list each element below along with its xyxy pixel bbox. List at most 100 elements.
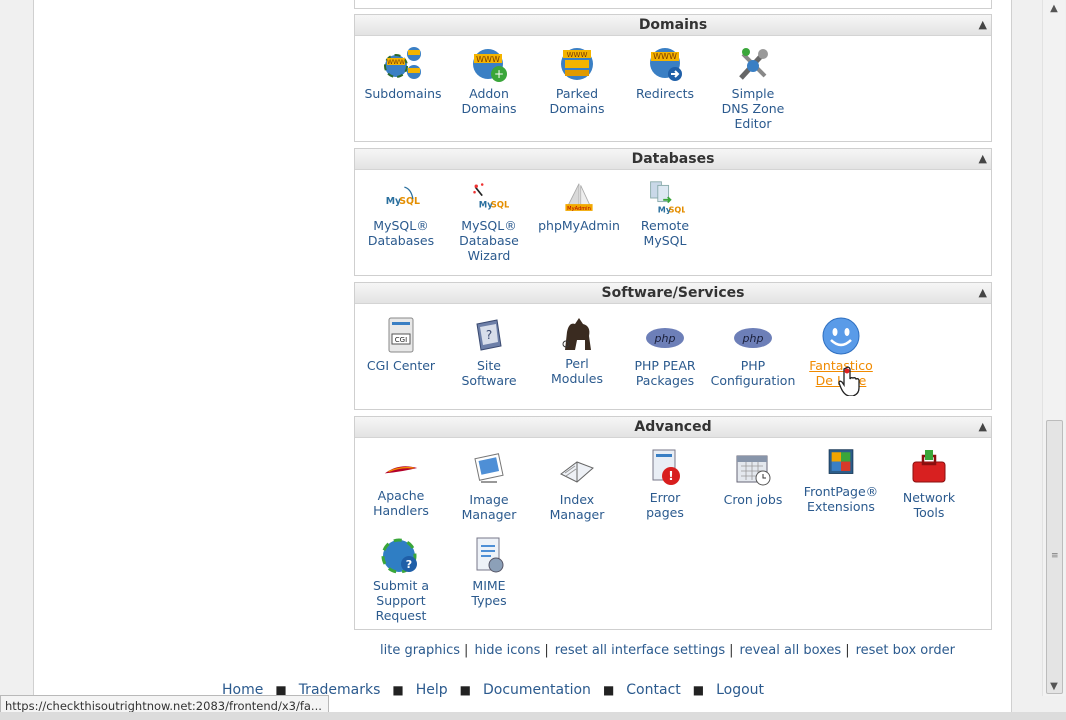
support-request-icon: ? (381, 538, 417, 574)
addon-domains-icon: WWW + (473, 49, 507, 82)
remote-mysql-label: Remote MySQL (640, 218, 690, 248)
svg-text:SQL: SQL (669, 204, 685, 214)
scroll-down-arrow-icon[interactable]: ▼ (1043, 678, 1065, 696)
grip-icon: ≡ (1051, 551, 1059, 561)
error-pages-label: Error pages (646, 490, 684, 520)
perl-modules-icon (562, 318, 591, 350)
addon-domains-label: Addon Domains (461, 86, 517, 116)
mysql-databases-item[interactable]: My SQL MySQL® Databases (357, 182, 445, 248)
svg-text:!: ! (668, 469, 673, 483)
separator: | (729, 643, 734, 658)
dns-zone-editor-icon (739, 48, 768, 80)
scrollbar-thumb[interactable]: ≡ (1046, 420, 1063, 694)
collapse-arrow-icon[interactable]: ▲ (979, 15, 987, 35)
subdomains-icon: WWW (384, 47, 421, 79)
apache-handlers-icon (384, 466, 418, 474)
site-software-label: Site Software (461, 358, 517, 388)
support-request-item[interactable]: ? Submit a Support Request (357, 536, 445, 623)
site-software-item[interactable]: ? Site Software (445, 316, 533, 388)
nav-bullet: ■ (392, 683, 404, 697)
hide-icons-link[interactable]: hide icons (474, 643, 540, 658)
php-configuration-item[interactable]: php PHP Configuration (709, 316, 797, 388)
svg-text:CGI: CGI (395, 336, 407, 344)
redirects-label: Redirects (635, 86, 695, 101)
index-manager-item[interactable]: Index Manager (533, 450, 621, 522)
mime-types-item[interactable]: MIME Types (445, 536, 533, 608)
php-pear-label: PHP PEAR Packages (634, 358, 696, 388)
mysql-databases-label: MySQL® Databases (367, 218, 435, 248)
databases-title: Databases (631, 151, 715, 167)
cgi-center-label: CGI Center (366, 358, 436, 373)
scroll-up-arrow-icon[interactable]: ▲ (1043, 0, 1065, 18)
domains-title: Domains (638, 17, 708, 33)
window-bottom-edge (0, 712, 1066, 720)
vertical-scrollbar[interactable]: ▲ ≡ ▼ (1042, 0, 1065, 696)
svg-text:php: php (654, 332, 676, 345)
image-manager-label: Image Manager (461, 492, 517, 522)
network-tools-icon (912, 450, 946, 483)
image-manager-item[interactable]: Image Manager (445, 450, 533, 522)
nav-bullet: ■ (459, 683, 471, 697)
subdomains-label: Subdomains (364, 86, 442, 101)
advanced-header[interactable]: Advanced ▲ (355, 417, 991, 438)
advanced-title: Advanced (634, 419, 712, 435)
contact-link[interactable]: Contact (626, 682, 680, 698)
software-services-title: Software/Services (601, 285, 745, 301)
reveal-all-boxes-link[interactable]: reveal all boxes (740, 643, 842, 658)
perl-modules-item[interactable]: Perl Modules (533, 314, 621, 386)
redirects-item[interactable]: WWW Redirects (621, 44, 709, 101)
dns-zone-editor-item[interactable]: Simple DNS Zone Editor (709, 44, 797, 131)
parked-domains-item[interactable]: WWW Parked Domains (533, 44, 621, 116)
svg-text:?: ? (406, 558, 412, 571)
php-pear-icon: php (646, 328, 684, 348)
error-pages-icon: ! (652, 449, 680, 485)
error-pages-item[interactable]: ! Error pages (621, 448, 709, 520)
svg-text:WWW: WWW (476, 55, 500, 64)
logout-link[interactable]: Logout (716, 682, 764, 698)
software-services-header[interactable]: Software/Services ▲ (355, 283, 991, 304)
cron-jobs-icon (736, 455, 771, 486)
databases-panel: Databases ▲ My SQL MySQL® Databases My S… (354, 148, 992, 276)
domains-header[interactable]: Domains ▲ (355, 15, 991, 36)
cron-jobs-item[interactable]: Cron jobs (709, 450, 797, 507)
mysql-databases-icon: My SQL (386, 186, 420, 207)
support-request-label: Submit a Support Request (373, 578, 429, 623)
separator: | (544, 643, 549, 658)
addon-domains-item[interactable]: WWW + Addon Domains (445, 44, 533, 116)
collapse-arrow-icon[interactable]: ▲ (979, 149, 987, 169)
svg-text:php: php (742, 332, 764, 345)
help-link[interactable]: Help (416, 682, 448, 698)
reset-box-order-link[interactable]: reset box order (856, 643, 955, 658)
phpmyadmin-icon: MyAdmin (565, 183, 593, 212)
cgi-center-item[interactable]: CGI CGI Center (357, 316, 445, 373)
remote-mysql-icon: My SQL (650, 181, 685, 214)
phpmyadmin-label: phpMyAdmin (538, 218, 620, 233)
phpmyadmin-item[interactable]: MyAdmin phpMyAdmin (535, 182, 623, 233)
documentation-link[interactable]: Documentation (483, 682, 591, 698)
remote-mysql-item[interactable]: My SQL Remote MySQL (621, 180, 709, 248)
collapse-arrow-icon[interactable]: ▲ (979, 417, 987, 437)
subdomains-item[interactable]: WWW Subdomains (359, 44, 447, 101)
network-tools-item[interactable]: Network Tools (885, 448, 973, 520)
svg-text:SQL: SQL (491, 201, 509, 211)
cgi-center-icon: CGI (388, 317, 414, 353)
hand-cursor-icon (838, 366, 860, 396)
frontpage-extensions-icon (828, 449, 854, 474)
mysql-wizard-item[interactable]: My SQL MySQL® Database Wizard (445, 182, 533, 263)
svg-text:WWW: WWW (567, 51, 588, 59)
apache-handlers-item[interactable]: Apache Handlers (357, 450, 445, 518)
svg-text:WWW: WWW (387, 59, 405, 66)
index-manager-label: Index Manager (549, 492, 605, 522)
parked-domains-icon: WWW (561, 48, 593, 80)
svg-text:?: ? (486, 328, 492, 342)
frontpage-extensions-label: FrontPage® Extensions (803, 484, 879, 514)
cron-jobs-label: Cron jobs (723, 492, 783, 507)
lite-graphics-link[interactable]: lite graphics (380, 643, 460, 658)
svg-text:MyAdmin: MyAdmin (567, 206, 591, 212)
reset-interface-settings-link[interactable]: reset all interface settings (555, 643, 725, 658)
frontpage-extensions-item[interactable]: FrontPage® Extensions (797, 448, 885, 514)
collapse-arrow-icon[interactable]: ▲ (979, 283, 987, 303)
php-pear-item[interactable]: php PHP PEAR Packages (621, 316, 709, 388)
databases-header[interactable]: Databases ▲ (355, 149, 991, 170)
separator: | (464, 643, 469, 658)
